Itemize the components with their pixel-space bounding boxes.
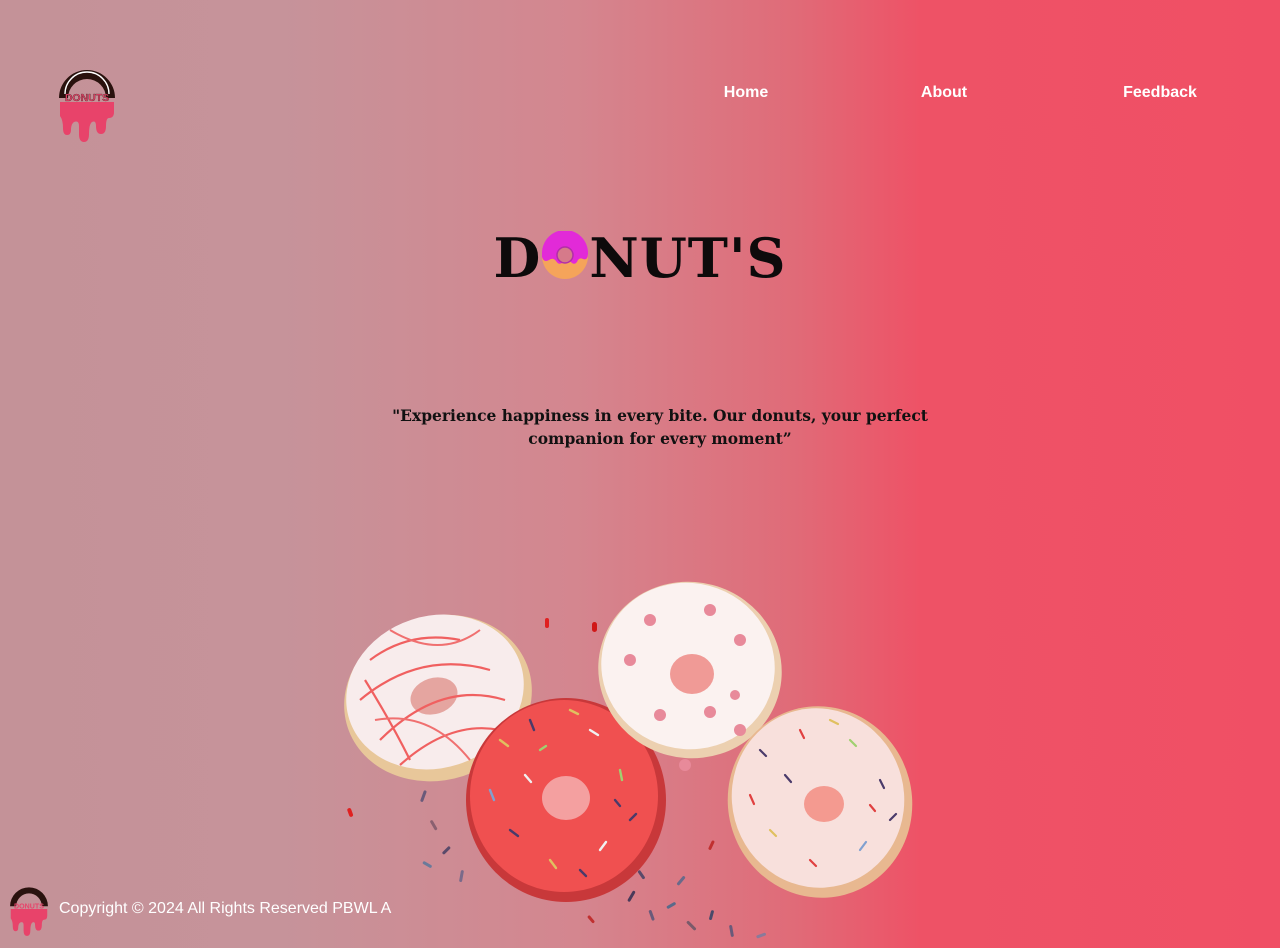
nav-link-about[interactable]: About bbox=[921, 82, 967, 104]
footer-logo-text: DONUTS bbox=[14, 902, 44, 910]
nav-link-home[interactable]: Home bbox=[724, 82, 768, 104]
donuts-image bbox=[344, 581, 913, 939]
footer-logo-icon: DONUTS bbox=[10, 887, 48, 936]
footer: DONUTS Copyright © 2024 All Rights Reser… bbox=[8, 886, 391, 936]
hero-title-suffix: NUT'S bbox=[589, 225, 787, 290]
nav-link-feedback[interactable]: Feedback bbox=[1123, 82, 1197, 104]
donut-icon bbox=[542, 230, 589, 279]
copyright-text: Copyright © 2024 All Rights Reserved PBW… bbox=[59, 900, 392, 917]
hero-title-prefix: D bbox=[493, 225, 542, 290]
main-nav: Home About Feedback bbox=[0, 82, 1280, 106]
hero-title: D NUT'S bbox=[0, 222, 1280, 289]
hero-tagline: "Experience happiness in every bite. Our… bbox=[392, 406, 928, 448]
